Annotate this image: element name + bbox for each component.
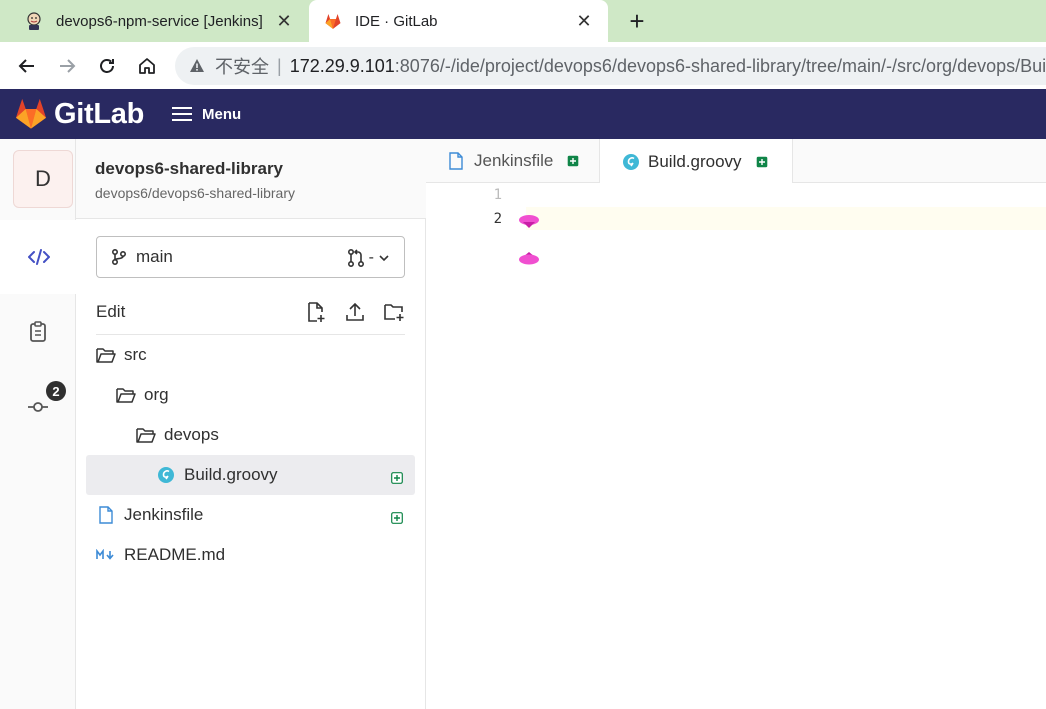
tree-folder-src[interactable]: src [86,335,415,375]
commit-mode-button[interactable] [0,370,76,444]
line-number: 1 [493,187,502,203]
editor-tab-label: Jenkinsfile [474,151,554,170]
new-file-icon [308,301,325,322]
tree-folder-devops[interactable]: devops [86,415,415,455]
gitlab-header: GitLab Menu [0,89,1046,139]
branch-name: main [136,247,173,266]
file-icon [448,152,466,170]
review-mode-button[interactable] [0,295,76,369]
line-number: 2 [493,211,502,227]
menu-label: Menu [202,105,242,123]
browser-tab-gitlab-ide[interactable]: IDE · GitLab ✕ [309,0,608,42]
editor-tab-bar: Jenkinsfile Build.groovy [426,139,1046,184]
file-added-icon [756,156,768,168]
project-avatar[interactable]: D [13,150,73,208]
home-icon [139,58,155,74]
new-directory-button[interactable] [383,301,405,323]
tree-node-label: Build.groovy [184,465,278,484]
hamburger-icon [172,107,193,121]
merge-request-label: - [368,249,374,266]
close-icon[interactable]: ✕ [274,11,294,31]
editor-tab-build-groovy[interactable]: Build.groovy [599,139,793,184]
browser-toolbar: 不安全 | 172.29.9.101 :8076/-/ide/project/d… [0,42,1046,89]
file-tree-panel: main - Edit src org devops Build.groovy … [76,219,426,709]
close-icon[interactable]: ✕ [574,11,594,31]
warning-icon [189,58,205,74]
project-header: devops6-shared-library devops6/devops6-s… [76,139,426,219]
branch-selector[interactable]: main - [96,236,405,278]
arrow-left-icon [18,59,34,73]
menu-button[interactable]: Menu [172,106,241,123]
gitlab-brand: GitLab [54,97,145,130]
new-file-button[interactable] [305,301,327,323]
reload-icon [100,59,114,73]
markdown-icon [96,545,116,565]
tree-file-jenkinsfile[interactable]: Jenkinsfile [86,495,415,535]
arrow-right-icon [60,59,76,73]
folder-open-icon [116,385,136,405]
edit-label: Edit [96,301,126,321]
address-bar[interactable]: 不安全 | 172.29.9.101 :8076/-/ide/project/d… [175,47,1046,85]
browser-tab-title: IDE · GitLab [355,12,438,30]
file-added-icon [567,155,579,167]
gitlab-logo-icon [15,98,47,129]
jenkins-icon [24,11,44,31]
commit-icon [28,402,48,412]
address-separator: | [277,55,282,76]
tree-toolbar: Edit [96,289,405,335]
cursor-marker-icon [519,215,539,228]
edit-mode-button[interactable] [0,220,77,294]
file-added-icon [391,509,403,529]
tree-node-label: devops [164,425,219,444]
cursor-marker-icon [519,252,539,265]
code-icon [27,249,50,265]
project-name[interactable]: devops6-shared-library [95,159,283,179]
groovy-file-icon [622,153,640,171]
file-icon [96,505,116,525]
forward-button[interactable] [52,51,82,81]
upload-icon [346,302,364,321]
tree-file-readme[interactable]: README.md [86,535,415,575]
insecure-label: 不安全 [215,57,269,77]
merge-request-selector[interactable]: - [347,248,390,268]
browser-tab-strip: devops6-npm-service [Jenkins] ✕ IDE · Gi… [0,0,1046,42]
gitlab-home-link[interactable]: GitLab [14,98,144,131]
branch-icon [110,248,128,266]
home-button[interactable] [132,51,162,81]
tree-folder-org[interactable]: org [86,375,415,415]
tree-file-build-groovy[interactable]: Build.groovy [86,455,415,495]
chevron-down-icon [379,255,389,262]
back-button[interactable] [12,51,42,81]
tree-node-label: README.md [124,545,226,564]
ide-activity-bar: D 2 [0,139,77,709]
editor-tab-label: Build.groovy [648,151,742,171]
gitlab-icon [323,11,343,31]
browser-tab-jenkins[interactable]: devops6-npm-service [Jenkins] ✕ [0,0,308,42]
tree-node-label: org [144,385,169,404]
code-editor[interactable]: 1 2 [426,183,1046,709]
upload-file-button[interactable] [344,301,366,323]
groovy-file-icon [156,465,176,485]
project-path: devops6/devops6-shared-library [95,185,295,201]
clipboard-icon [30,321,46,342]
editor-tab-jenkinsfile[interactable]: Jenkinsfile [426,139,599,183]
reload-button[interactable] [92,51,122,81]
address-path: :8076/-/ide/project/devops6/devops6-shar… [394,55,1046,76]
tree-node-label: src [124,345,147,364]
merge-request-icon [347,248,364,268]
commit-count-badge: 2 [46,381,66,401]
file-added-icon [391,469,403,489]
new-tab-button[interactable]: + [622,6,652,36]
address-host: 172.29.9.101 [289,55,395,76]
new-folder-icon [384,303,404,321]
browser-tab-title: devops6-npm-service [Jenkins] [56,12,263,30]
folder-open-icon [96,345,116,365]
current-line-highlight [526,207,1046,230]
folder-open-icon [136,425,156,445]
tree-node-label: Jenkinsfile [124,505,204,524]
